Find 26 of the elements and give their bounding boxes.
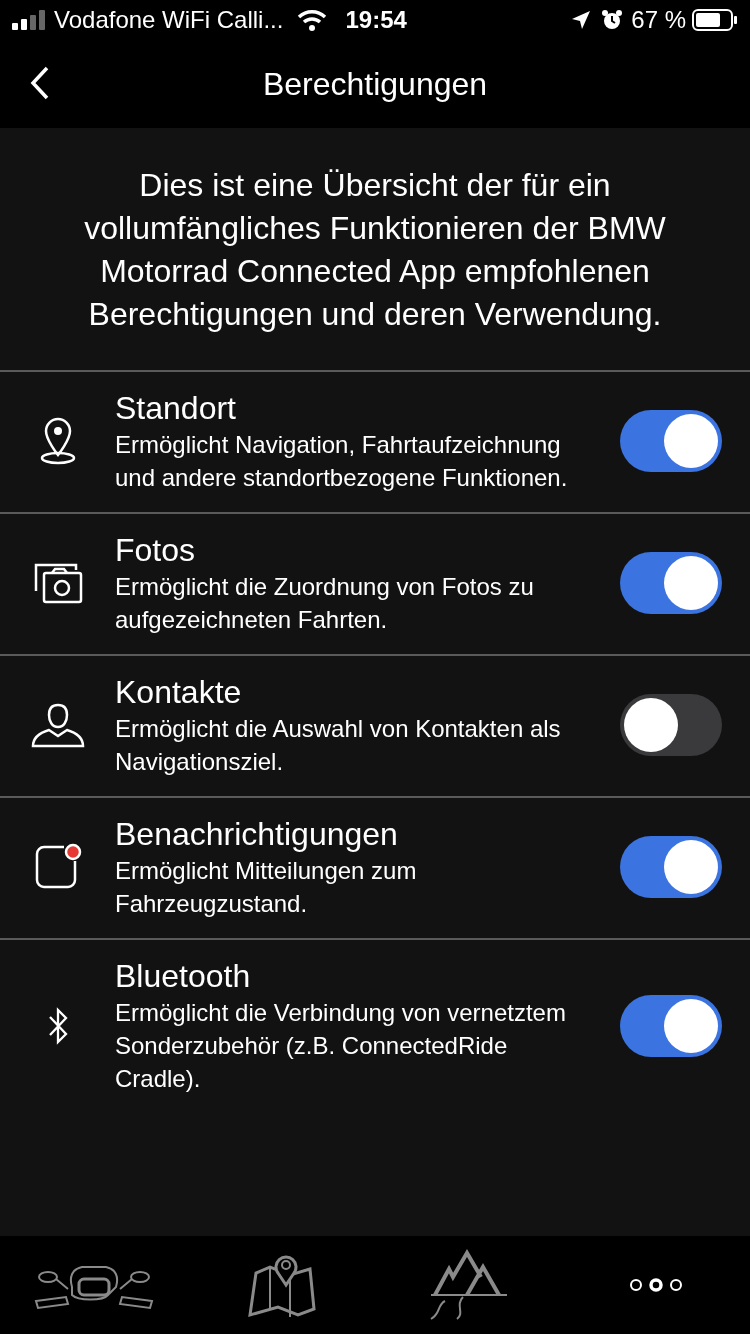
permission-title: Standort [115, 389, 237, 428]
clock-time: 19:54 [345, 5, 407, 35]
carrier-name: Vodafone WiFi Calli... [54, 5, 284, 35]
permission-description: Ermöglicht Mitteilungen zum Fahrzeugzustand. [115, 856, 418, 919]
back-chevron-icon [30, 66, 50, 100]
wifi-icon [297, 9, 328, 31]
page-title: Berechtigungen [262, 65, 488, 104]
back-button[interactable] [30, 66, 50, 100]
permission-title: Benachrichtigungen [115, 815, 399, 854]
permission-title: Kontakte [115, 673, 243, 712]
signal-icon [12, 10, 46, 30]
battery-icon [692, 9, 738, 31]
permission-description: Ermöglicht Navigation, Fahrtaufzeichnung und andere standortbezogene Funktionen. [115, 430, 569, 493]
permission-description: Ermöglicht die Verbindung von vernetztem Sonderzubehör (z.B. ConnectedRide Cradle). [115, 998, 567, 1094]
notification-app-icon [33, 843, 82, 891]
permission-title: Bluetooth [115, 957, 252, 996]
permission-description: Ermöglicht die Zuordnung von Fotos zu aufgezeichneten Fahrten. [115, 572, 535, 635]
more-dots-icon[interactable] [628, 1277, 685, 1293]
intro-text: Dies ist eine Übersicht der für ein vollumfängliches Funktionieren der BMW Motorrad Connected App empfohlenen Berechtigungen und deren Verwendung. [83, 166, 667, 334]
mountains-road-icon[interactable] [428, 1249, 509, 1321]
permission-title: Fotos [115, 531, 197, 570]
permission-description: Ermöglicht die Auswahl von Kontakten als Navigationsziel. [115, 714, 562, 777]
alarm-clock-icon [601, 9, 624, 31]
battery-percent: 67 % [631, 5, 686, 35]
person-icon [30, 701, 85, 749]
location-arrow-icon [571, 10, 592, 30]
